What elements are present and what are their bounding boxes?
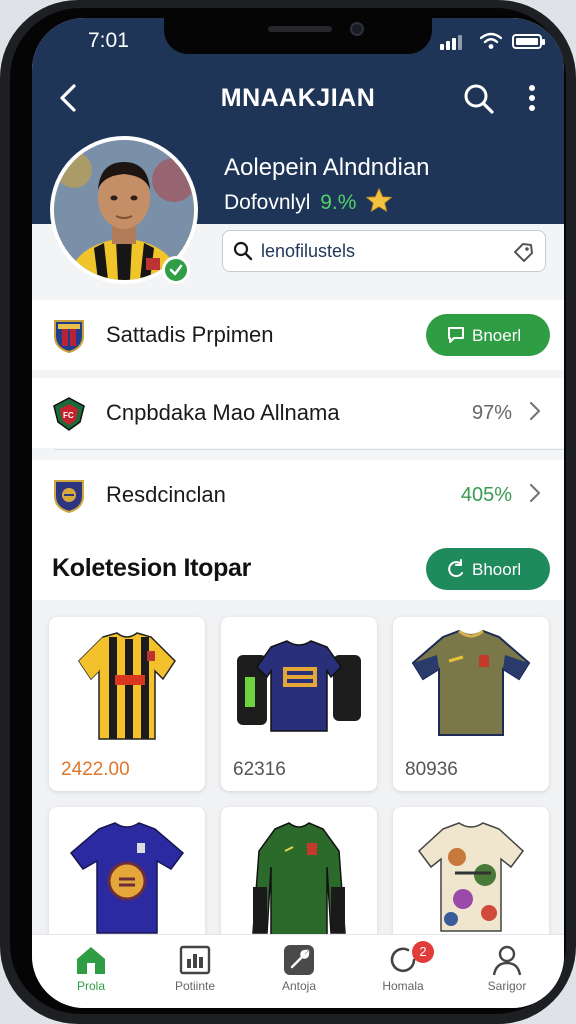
- product-grid: 2422.00 62316 80936: [32, 600, 564, 981]
- phone-frame: 7:01 MNAAKJIAN Aolepein Alndndian Dofovn…: [0, 0, 576, 1024]
- chat-icon: [448, 327, 464, 343]
- list-item[interactable]: Resdcinclan 405%: [32, 460, 564, 530]
- profile-subtitle-text: Dofovnlyl: [224, 191, 311, 214]
- search-input[interactable]: lenofilustels: [222, 230, 546, 272]
- phone-bezel: 7:01 MNAAKJIAN Aolepein Alndndian Dofovn…: [10, 8, 566, 1014]
- tab-sarigor[interactable]: Sarigor: [462, 943, 552, 1003]
- tab-potiinte[interactable]: Potiinte: [150, 943, 240, 1003]
- list-item[interactable]: Sattadis Prpimen Bnoerl: [32, 300, 564, 370]
- speaker-grille: [268, 26, 332, 32]
- tab-label: Homala: [382, 979, 424, 993]
- signal-icon: [440, 44, 444, 50]
- bhoorl-button[interactable]: Bhoorl: [426, 548, 550, 590]
- tab-label: Antoja: [281, 979, 317, 993]
- divider: [54, 449, 564, 450]
- olive-jersey-icon: [411, 629, 531, 736]
- product-card[interactable]: 80936: [393, 617, 549, 791]
- list-item[interactable]: FC Cnpbdaka Mao Allnama 97%: [32, 378, 564, 448]
- battery-icon: [512, 34, 545, 49]
- front-camera: [350, 22, 364, 36]
- verified-check-icon: [162, 256, 190, 284]
- tab-label: Potiinte: [174, 979, 216, 993]
- club-crest-icon: [54, 320, 84, 354]
- yellow-black-jersey-icon: [78, 632, 176, 740]
- notification-badge: 2: [412, 941, 434, 963]
- status-time: 7:01: [88, 29, 129, 52]
- product-card[interactable]: 62316: [221, 617, 377, 791]
- status-icons: [440, 32, 545, 52]
- search-icon[interactable]: [462, 82, 496, 116]
- club-crest-icon: FC: [53, 397, 85, 431]
- product-price: 2422.00: [61, 759, 130, 780]
- search-placeholder: lenofilustels: [261, 241, 356, 261]
- tab-label: Sarigor: [487, 979, 527, 993]
- list-item-label: Sattadis Prpimen: [106, 322, 274, 347]
- chevron-right-icon: [529, 401, 541, 421]
- list-item-value: 97%: [471, 402, 512, 424]
- bottom-tab-bar: Prola Potiinte Antoja 2 Homala Sarigor: [32, 934, 564, 1008]
- list-item-label: Resdcinclan: [106, 482, 226, 507]
- profile-percent: 9.%: [320, 191, 357, 214]
- more-options-icon[interactable]: [520, 82, 544, 116]
- page-title: MNAAKJIAN: [220, 84, 376, 112]
- back-button[interactable]: [52, 80, 84, 116]
- section-title: Koletesion Itopar: [52, 554, 252, 582]
- tab-homala[interactable]: 2 Homala: [358, 941, 448, 1003]
- tag-icon[interactable]: [511, 240, 535, 264]
- list-item-value: 405%: [460, 484, 512, 506]
- svg-text:FC: FC: [63, 411, 74, 420]
- camera-notch: [164, 18, 432, 54]
- camo-pattern-jersey-icon: [417, 822, 525, 932]
- chevron-right-icon: [529, 483, 541, 503]
- bhoorl-button-label: Bhoorl: [472, 560, 522, 579]
- refresh-icon: [448, 559, 463, 578]
- product-card[interactable]: 2422.00: [49, 617, 205, 791]
- tab-label: Prola: [76, 979, 105, 993]
- profile-subtitle: Dofovnlyl 9.%: [224, 188, 393, 215]
- product-price: 62316: [233, 759, 286, 780]
- product-price: 80936: [405, 759, 458, 780]
- search-icon: [233, 241, 253, 261]
- list-item-label: Cnpbdaka Mao Allnama: [106, 400, 340, 425]
- tab-prola[interactable]: Prola: [46, 943, 136, 1003]
- club-crest-icon: [54, 480, 84, 514]
- user-icon: [492, 945, 522, 976]
- star-icon: [366, 188, 393, 212]
- green-long-sleeve-jersey-icon: [252, 822, 346, 936]
- home-icon: [77, 947, 105, 974]
- bnoerl-button[interactable]: Bnoerl: [426, 314, 550, 356]
- app-screen: 7:01 MNAAKJIAN Aolepein Alndndian Dofovn…: [32, 18, 564, 1008]
- chart-icon: [179, 945, 211, 975]
- purple-jersey-icon: [69, 822, 185, 934]
- profile-name: Aolepein Alndndian: [224, 154, 430, 181]
- bnoerl-button-label: Bnoerl: [472, 326, 522, 345]
- navy-jersey-with-bags-icon: [237, 640, 361, 732]
- wifi-icon: [480, 32, 502, 49]
- tools-icon: [284, 945, 314, 975]
- tab-antoja[interactable]: Antoja: [254, 943, 344, 1003]
